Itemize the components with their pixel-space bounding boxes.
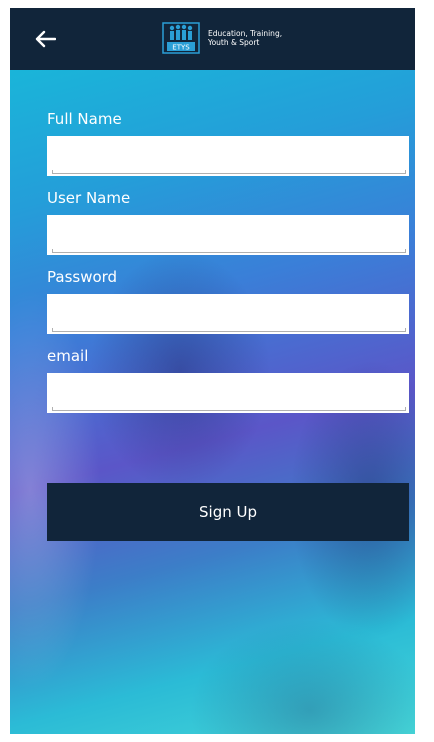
user-name-label: User Name (47, 189, 131, 207)
arrow-left-icon (35, 30, 56, 48)
full-name-label: Full Name (47, 110, 122, 128)
brand-line-2: Youth & Sport (208, 38, 260, 47)
password-label: Password (47, 268, 118, 286)
app-bar: ETYS Education, Training, Youth & Sport (10, 8, 415, 70)
brand: ETYS Education, Training, Youth & Sport (158, 20, 282, 56)
brand-name: Education, Training, Youth & Sport (208, 29, 282, 47)
svg-text:ETYS: ETYS (172, 44, 190, 52)
back-button[interactable] (30, 24, 60, 54)
app-screen: ETYS Education, Training, Youth & Sport … (10, 8, 415, 734)
user-name-input[interactable] (47, 215, 409, 255)
sign-up-button[interactable]: Sign Up (47, 483, 409, 541)
etys-logo: ETYS (158, 20, 204, 56)
email-label: email (47, 347, 89, 365)
full-name-input[interactable] (47, 136, 409, 176)
password-input[interactable] (47, 294, 409, 334)
email-input[interactable] (47, 373, 409, 413)
brand-line-1: Education, Training, (208, 29, 283, 38)
